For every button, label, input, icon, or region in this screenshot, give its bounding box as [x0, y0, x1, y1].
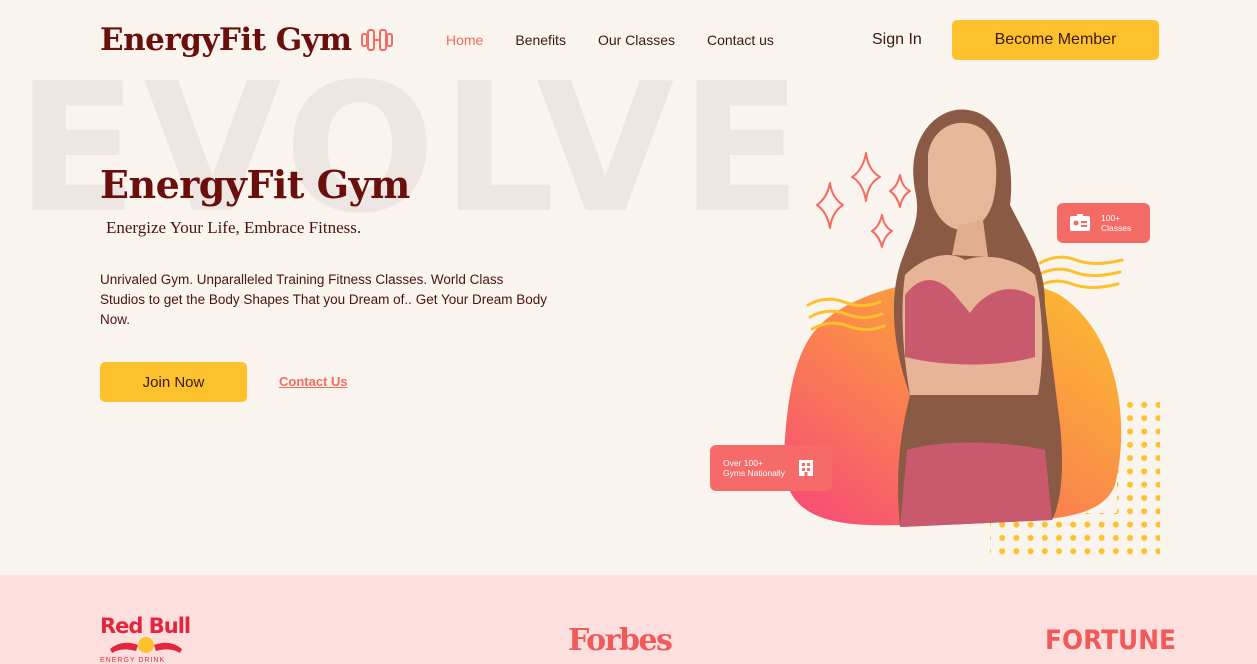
site-header: EnergyFit Gym Home Benefits Our Classes … — [100, 20, 1159, 60]
hero-tagline: Energize Your Life, Embrace Fitness. — [106, 218, 362, 237]
redbull-subtitle: ENERGY DRINK — [100, 657, 166, 664]
classes-badge: 100+ Classes — [1057, 203, 1150, 243]
gyms-badge: Over 100+ Gyms Nationally — [710, 445, 832, 491]
classes-badge-label: Classes — [1101, 223, 1132, 233]
hero-title: EnergyFit Gym — [100, 162, 410, 207]
contact-us-link[interactable]: Contact Us — [279, 374, 348, 389]
sign-in-link[interactable]: Sign In — [872, 20, 922, 60]
join-now-button[interactable]: Join Now — [100, 362, 247, 402]
forbes-logo: Forbes — [568, 623, 673, 658]
logo-text: EnergyFit Gym — [100, 22, 352, 58]
main-nav: Home Benefits Our Classes Contact us — [446, 20, 774, 60]
nav-our-classes[interactable]: Our Classes — [598, 32, 675, 48]
nav-home[interactable]: Home — [446, 32, 483, 48]
gyms-badge-label: Gyms Nationally — [723, 468, 785, 478]
partners-strip: Red Bull ENERGY DRINK Forbes FORTUNE — [0, 575, 1257, 664]
become-member-button[interactable]: Become Member — [952, 20, 1159, 60]
hero-description: Unrivaled Gym. Unparalleled Training Fit… — [100, 272, 548, 327]
bulls-icon — [110, 637, 182, 653]
background-word: EVOLVE — [16, 45, 808, 252]
redbull-logo: Red Bull ENERGY DRINK — [100, 615, 192, 664]
fortune-logo: FORTUNE — [1045, 625, 1176, 656]
nav-benefits[interactable]: Benefits — [515, 32, 566, 48]
classes-badge-count: 100+ — [1101, 213, 1121, 223]
gyms-badge-count: Over 100+ — [723, 458, 763, 468]
building-icon — [798, 460, 813, 476]
woman-figure — [893, 109, 1063, 528]
sparkle-icons — [816, 152, 911, 248]
hero-illustration — [783, 109, 1160, 560]
redbull-wordmark: Red Bull — [100, 614, 191, 638]
logo[interactable]: EnergyFit Gym — [100, 20, 394, 60]
nav-contact-us[interactable]: Contact us — [707, 32, 774, 48]
id-card-icon — [1070, 214, 1090, 231]
dumbbell-icon — [360, 29, 393, 51]
